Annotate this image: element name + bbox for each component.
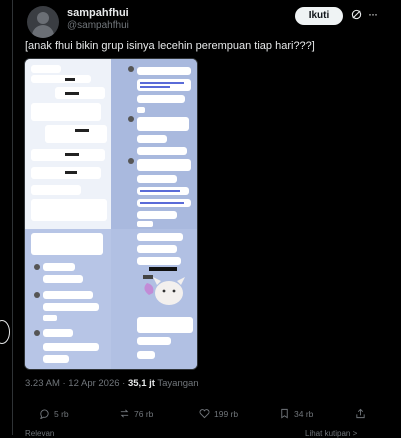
sort-relevan[interactable]: Relevan [25, 429, 54, 438]
reply-button[interactable]: 5 rb [39, 408, 69, 419]
tweet-image[interactable] [24, 58, 198, 370]
repost-icon [120, 409, 129, 418]
more-icon[interactable]: ··· [368, 8, 382, 22]
bookmark-button[interactable]: 34 rb [279, 408, 313, 419]
tweet-card: sampahfhui @sampahfhui Ikuti ··· [anak f… [12, 0, 401, 438]
share-icon [356, 408, 365, 419]
share-button[interactable] [355, 408, 366, 419]
view-quotes-link[interactable]: Lihat kutipan > [305, 429, 357, 438]
tweet-meta: 3.23 AM · 12 Apr 2026 · 35,1 jt Tayangan [25, 378, 199, 389]
views-count: 35,1 jt [127, 378, 155, 389]
repost-count: 76 rb [134, 408, 154, 419]
like-count: 199 rb [214, 408, 239, 419]
side-scroll-indicator [0, 320, 10, 344]
views-label: Tayangan [154, 378, 199, 389]
avatar[interactable] [27, 6, 59, 38]
timestamp[interactable]: 3.23 AM · 12 Apr 2026 · [25, 378, 128, 389]
like-button[interactable]: 199 rb [199, 408, 238, 419]
bookmark-count: 34 rb [294, 408, 314, 419]
action-bar: 5 rb 76 rb 199 rb 34 rb [25, 408, 385, 422]
handle[interactable]: @sampahfhui [67, 20, 129, 31]
repost-button[interactable]: 76 rb [119, 408, 153, 419]
like-icon [199, 409, 210, 419]
tweet-text: [anak fhui bikin grup isinya lecehin per… [25, 40, 315, 52]
display-name[interactable]: sampahfhui [67, 7, 129, 19]
chat-screenshot [25, 59, 197, 369]
grok-icon[interactable] [351, 9, 362, 20]
follow-button[interactable]: Ikuti [295, 7, 343, 25]
reply-icon [40, 409, 49, 419]
bookmark-icon [281, 408, 288, 419]
reply-count: 5 rb [54, 408, 69, 419]
